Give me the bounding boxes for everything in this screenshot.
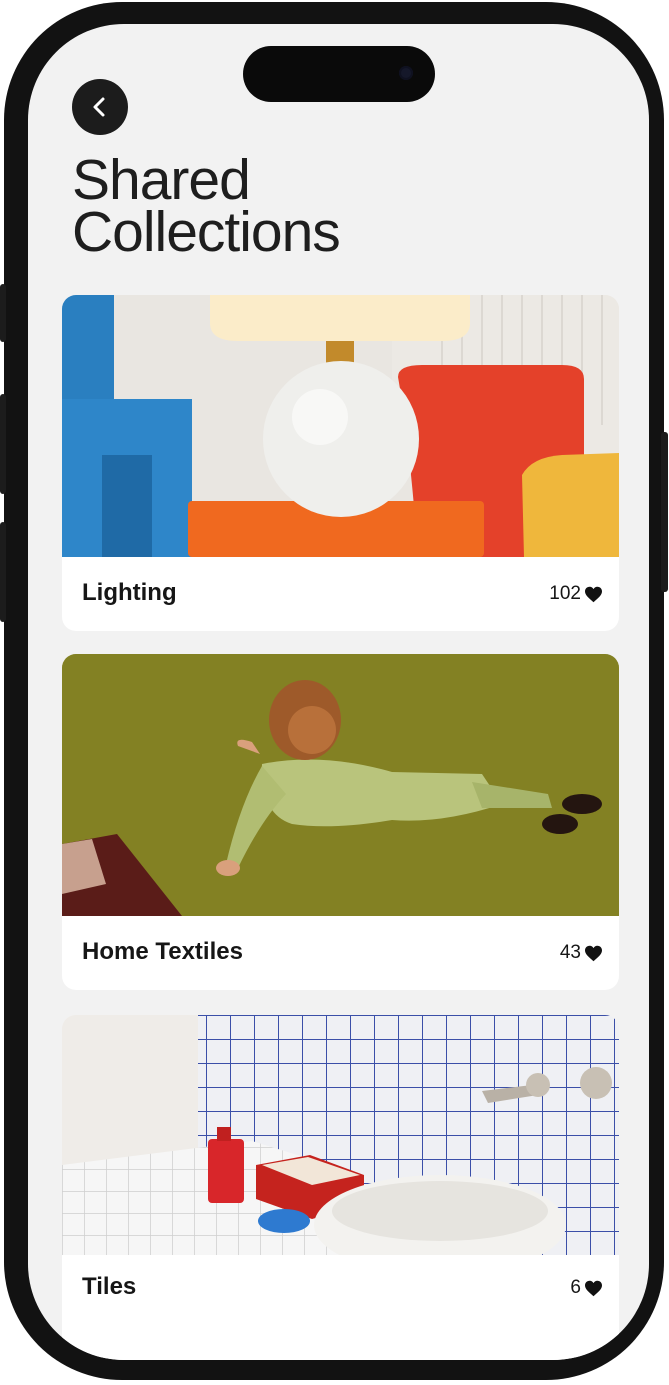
front-camera xyxy=(399,66,413,80)
collection-name: Lighting xyxy=(82,579,177,606)
collection-card-lighting[interactable]: Lighting 102 xyxy=(62,295,619,631)
collection-image-lighting xyxy=(62,295,619,557)
page-title: Shared Collections xyxy=(72,148,341,264)
action-button xyxy=(0,284,6,342)
app-screen: Shared Collections Lighting 102 Home Tex… xyxy=(28,24,649,1360)
heart-icon xyxy=(585,945,602,961)
page-title-line-2: Collections xyxy=(72,200,341,264)
heart-icon xyxy=(585,586,602,602)
power-button xyxy=(661,432,668,592)
collection-name: Home Textiles xyxy=(82,938,243,965)
like-count: 102 xyxy=(549,583,603,605)
back-button[interactable] xyxy=(72,79,128,135)
collection-image-home-textiles xyxy=(62,654,619,916)
volume-up-button xyxy=(0,394,6,494)
collection-card-tiles[interactable]: Tiles 6 xyxy=(62,1015,619,1360)
like-count-value: 43 xyxy=(559,942,581,963)
phone-frame: Shared Collections Lighting 102 Home Tex… xyxy=(0,2,668,1380)
like-count-value: 102 xyxy=(549,583,581,604)
volume-down-button xyxy=(0,522,6,622)
chevron-left-icon xyxy=(93,97,105,117)
heart-icon xyxy=(585,1280,602,1296)
like-count: 43 xyxy=(560,942,603,964)
collection-card-home-textiles[interactable]: Home Textiles 43 xyxy=(62,654,619,990)
collection-name: Tiles xyxy=(82,1273,137,1300)
page-title-line-1: Shared xyxy=(72,148,251,212)
like-count-value: 6 xyxy=(570,1277,581,1298)
collection-image-tiles xyxy=(62,1015,619,1255)
dynamic-island xyxy=(243,46,435,102)
like-count: 6 xyxy=(570,1277,603,1299)
